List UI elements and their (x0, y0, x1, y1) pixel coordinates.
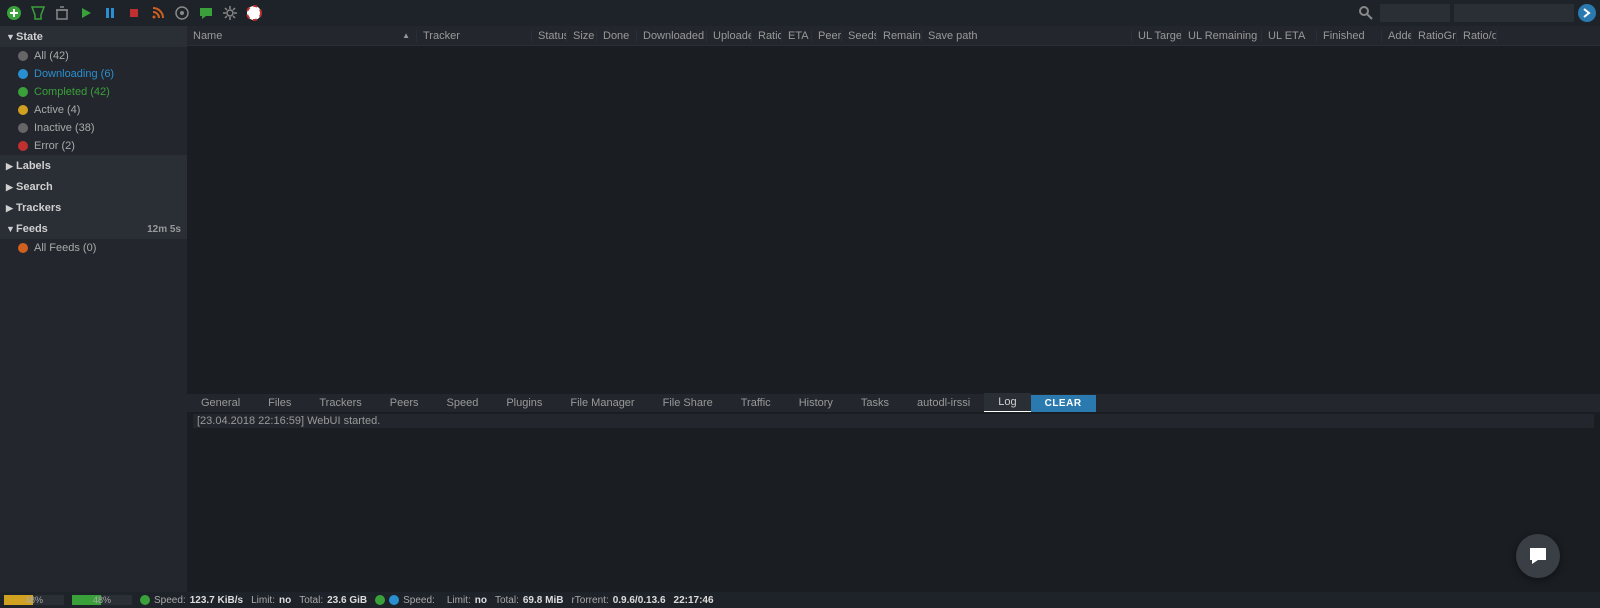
log-area: [23.04.2018 22:16:59] WebUI started. (187, 412, 1600, 592)
rtorrent-version: rTorrent: 0.9.6/0.13.6 (571, 595, 665, 606)
col-added[interactable]: Added (1382, 30, 1412, 42)
col-ratio[interactable]: Ratio (752, 30, 782, 42)
col-finished[interactable]: Finished (1317, 30, 1382, 42)
col-ultarget[interactable]: UL Target (1132, 30, 1182, 42)
col-remaining[interactable]: Remaining (877, 30, 922, 42)
dot-icon (18, 87, 28, 97)
upload-icon (389, 595, 399, 605)
disk-usage-1[interactable]: 48% (4, 595, 64, 605)
search-area (1356, 3, 1596, 23)
download-speed: Speed: 123.7 KiB/s (140, 595, 243, 606)
statusbar: 48% 48% Speed: 123.7 KiB/s Limit: no Tot… (0, 592, 1600, 608)
sidebar-item-downloading[interactable]: Downloading (6) (0, 65, 187, 83)
dot-icon (18, 69, 28, 79)
col-done[interactable]: Done (597, 30, 637, 42)
sidebar: ▼State All (42) Downloading (6) Complete… (0, 26, 187, 592)
tab-general[interactable]: General (187, 394, 254, 412)
col-savepath[interactable]: Save path (922, 30, 1132, 42)
tab-log[interactable]: Log (984, 393, 1030, 413)
clock: 22:17:46 (674, 595, 714, 606)
sidebar-item-completed[interactable]: Completed (42) (0, 83, 187, 101)
help-button[interactable] (244, 3, 264, 23)
sidebar-item-inactive[interactable]: Inactive (38) (0, 119, 187, 137)
search-icon[interactable] (1356, 3, 1376, 23)
col-ratioda[interactable]: Ratio/da (1457, 30, 1497, 42)
tab-fileshare[interactable]: File Share (649, 394, 727, 412)
tab-traffic[interactable]: Traffic (727, 394, 785, 412)
dot-icon (18, 123, 28, 133)
disk-usage-2[interactable]: 48% (72, 595, 132, 605)
upload-limit[interactable]: Limit: no (447, 595, 487, 606)
tab-autodl[interactable]: autodl-irssi (903, 394, 984, 412)
tab-speed[interactable]: Speed (433, 394, 493, 412)
col-downloaded[interactable]: Downloaded (637, 30, 707, 42)
pause-button[interactable] (100, 3, 120, 23)
dot-icon (18, 105, 28, 115)
stop-button[interactable] (124, 3, 144, 23)
col-ratiogroup[interactable]: RatioGroup (1412, 30, 1457, 42)
torrent-table-header: Name▲ Tracker Status Size Done Downloade… (187, 26, 1600, 46)
detail-tabs: General Files Trackers Peers Speed Plugi… (187, 394, 1600, 412)
feeds-timer: 12m 5s (147, 224, 181, 235)
add-torrent-button[interactable] (4, 3, 24, 23)
rss-button[interactable] (148, 3, 168, 23)
torrent-table-body (187, 46, 1600, 394)
sidebar-label: State (16, 31, 43, 43)
tab-filemanager[interactable]: File Manager (556, 394, 648, 412)
sidebar-section-state[interactable]: ▼State (0, 27, 187, 47)
col-ulremaining[interactable]: UL Remaining (1182, 30, 1262, 42)
col-seeds[interactable]: Seeds (842, 30, 877, 42)
sidebar-item-all-feeds[interactable]: All Feeds (0) (0, 239, 187, 257)
autodl-button[interactable] (172, 3, 192, 23)
download-total: Total: 23.6 GiB (299, 595, 367, 606)
col-tracker[interactable]: Tracker (417, 30, 532, 42)
col-status[interactable]: Status (532, 30, 567, 42)
upload-speed: Speed: (375, 595, 439, 606)
chat-widget-button[interactable] (1516, 534, 1560, 578)
search-go-button[interactable] (1578, 4, 1596, 22)
log-line: [23.04.2018 22:16:59] WebUI started. (193, 414, 1594, 428)
sidebar-item-error[interactable]: Error (2) (0, 137, 187, 155)
chat-button[interactable] (196, 3, 216, 23)
sidebar-section-trackers[interactable]: ▶Trackers (0, 198, 187, 218)
tab-history[interactable]: History (785, 394, 847, 412)
tab-files[interactable]: Files (254, 394, 305, 412)
sidebar-item-all[interactable]: All (42) (0, 47, 187, 65)
col-name[interactable]: Name▲ (187, 30, 417, 42)
clear-log-button[interactable]: CLEAR (1031, 395, 1096, 412)
col-eta[interactable]: ETA (782, 30, 812, 42)
download-icon (140, 595, 150, 605)
dot-icon (18, 141, 28, 151)
settings-button[interactable] (220, 3, 240, 23)
create-torrent-button[interactable] (28, 3, 48, 23)
toolbar (0, 0, 1600, 26)
start-button[interactable] (76, 3, 96, 23)
checkmark-icon (375, 595, 385, 605)
tab-tasks[interactable]: Tasks (847, 394, 903, 412)
dot-icon (18, 243, 28, 253)
upload-total: Total: 69.8 MiB (495, 595, 563, 606)
dot-icon (18, 51, 28, 61)
col-size[interactable]: Size (567, 30, 597, 42)
sort-asc-icon: ▲ (402, 31, 410, 40)
col-uploaded[interactable]: Uploaded (707, 30, 752, 42)
col-uleta[interactable]: UL ETA (1262, 30, 1317, 42)
remove-button[interactable] (52, 3, 72, 23)
sidebar-item-active[interactable]: Active (4) (0, 101, 187, 119)
tab-peers[interactable]: Peers (376, 394, 433, 412)
col-peers[interactable]: Peers (812, 30, 842, 42)
sidebar-section-labels[interactable]: ▶Labels (0, 156, 187, 176)
sidebar-section-search[interactable]: ▶Search (0, 177, 187, 197)
search-input[interactable] (1454, 4, 1574, 22)
sidebar-section-feeds[interactable]: ▼Feeds12m 5s (0, 219, 187, 239)
tab-trackers[interactable]: Trackers (305, 394, 375, 412)
filter-input[interactable] (1380, 4, 1450, 22)
download-limit[interactable]: Limit: no (251, 595, 291, 606)
tab-plugins[interactable]: Plugins (492, 394, 556, 412)
